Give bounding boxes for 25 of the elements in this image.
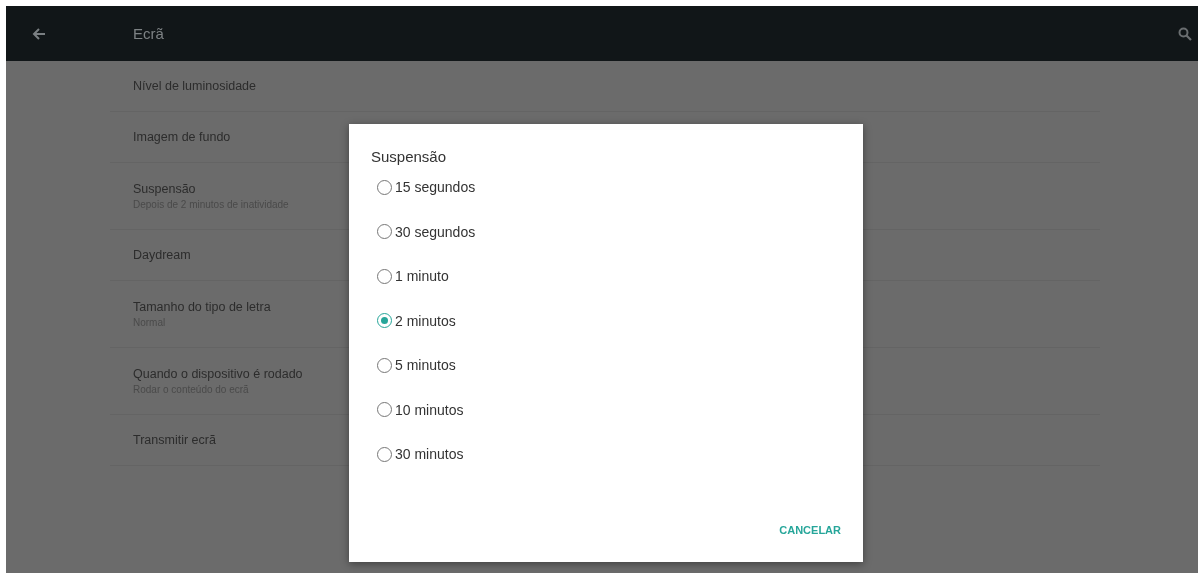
radio-option[interactable]: 15 segundos <box>371 165 841 210</box>
option-label: 30 minutos <box>395 446 464 463</box>
option-label: 15 segundos <box>395 179 476 196</box>
option-label: 10 minutos <box>395 401 464 418</box>
radio-option[interactable]: 30 minutos <box>371 432 841 477</box>
radio-option[interactable]: 5 minutos <box>371 343 841 388</box>
setting-title: Nível de luminosidade <box>133 79 256 93</box>
setting-title: Daydream <box>133 248 191 262</box>
radio-option[interactable]: 30 segundos <box>371 209 841 254</box>
back-arrow-icon[interactable] <box>32 26 46 41</box>
radio-option[interactable]: 10 minutos <box>371 387 841 432</box>
setting-title: Quando o dispositivo é rodado <box>133 367 303 381</box>
option-label: 1 minuto <box>395 268 449 285</box>
setting-title: Tamanho do tipo de letra <box>133 300 271 314</box>
dialog-title: Suspensão <box>371 148 448 165</box>
option-label: 2 minutos <box>395 312 456 329</box>
setting-title: Suspensão <box>133 182 196 196</box>
screen-title: Ecrã <box>133 25 164 42</box>
setting-title: Transmitir ecrã <box>133 433 216 447</box>
search-icon[interactable] <box>1178 26 1192 41</box>
setting-title: Imagem de fundo <box>133 130 231 144</box>
option-label: 30 segundos <box>395 223 476 240</box>
radio-option[interactable]: 1 minuto <box>371 254 841 299</box>
option-label: 5 minutos <box>395 357 456 374</box>
radio-option[interactable]: 2 minutos <box>371 298 841 343</box>
